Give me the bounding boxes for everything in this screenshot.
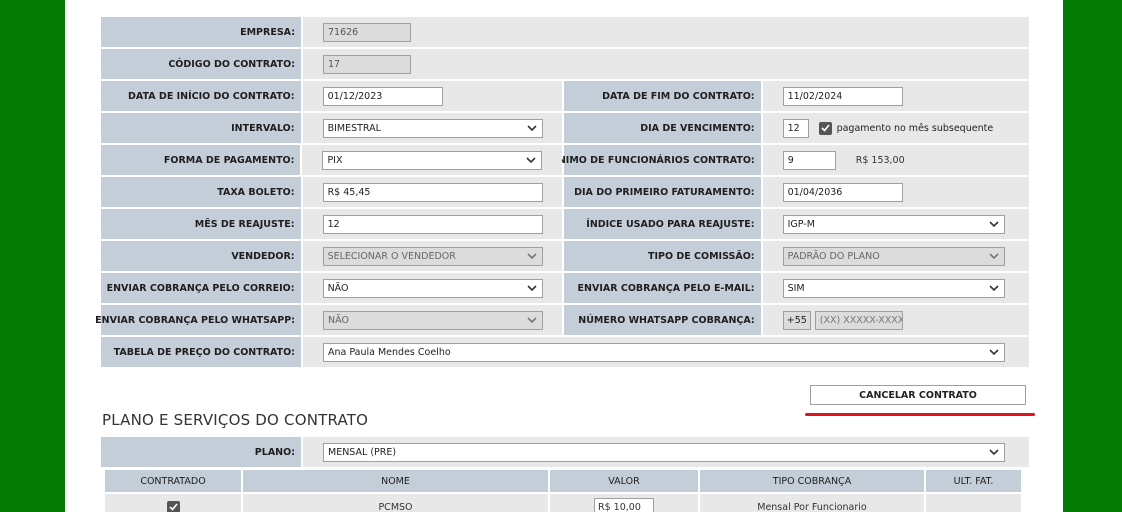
codigo-field: 17	[323, 54, 411, 74]
row-plano: PLANO: MENSAL (PRE)	[101, 437, 1029, 467]
cobranca-email-value: SIM	[787, 282, 805, 294]
numero-whatsapp-label: NÚMERO WHATSAPP COBRANÇA:	[564, 305, 761, 335]
minimo-valor-text: R$ 153,00	[855, 154, 905, 166]
data-inicio-label: DATA DE INÍCIO DO CONTRATO:	[101, 81, 301, 111]
chevron-down-icon	[988, 346, 1000, 358]
service-contracted-checkbox[interactable]	[166, 500, 180, 512]
row-vendedor: VENDEDOR: SELECIONAR O VENDEDOR TIPO DE …	[101, 241, 1030, 271]
row-whatsapp: ENVIAR COBRANÇA PELO WHATSAPP: NÃO NÚMER…	[95, 305, 1030, 335]
col-ult-fat: ULT. FAT.	[926, 470, 1021, 492]
row-taxa: TAXA BOLETO: R$ 45,45 DIA DO PRIMEIRO FA…	[101, 177, 1030, 207]
chevron-down-icon	[988, 446, 1000, 458]
row-intervalo: INTERVALO: BIMESTRAL DIA DE VENCIMENTO: …	[101, 113, 1030, 143]
tabela-preco-label: TABELA DE PREÇO DO CONTRATO:	[101, 337, 301, 367]
indice-reajuste-select[interactable]: IGP-M	[782, 214, 1005, 234]
codigo-label: CÓDIGO DO CONTRATO:	[101, 49, 301, 79]
annotation-underline	[805, 413, 1035, 416]
plano-select[interactable]: MENSAL (PRE)	[323, 442, 1005, 462]
services-header: CONTRATADO NOME VALOR TIPO COBRANÇA ULT.…	[105, 470, 1025, 492]
data-inicio-input[interactable]: 01/12/2023	[322, 86, 443, 106]
empresa-field: 71626	[323, 22, 411, 42]
tipo-comissao-label: TIPO DE COMISSÃO:	[564, 241, 761, 271]
service-last-billing	[926, 494, 1021, 512]
intervalo-select-value: BIMESTRAL	[327, 122, 381, 134]
forma-pagamento-label: FORMA DE PAGAMENTO:	[101, 145, 301, 175]
taxa-boleto-input[interactable]: R$ 45,45	[322, 182, 543, 202]
service-value-input[interactable]: R$ 10,00	[594, 498, 654, 512]
services-table: CONTRATADO NOME VALOR TIPO COBRANÇA ULT.…	[105, 470, 1025, 512]
service-name: PCMSO	[243, 494, 548, 512]
vendedor-label: VENDEDOR:	[101, 241, 301, 271]
col-valor: VALOR	[550, 470, 698, 492]
tipo-comissao-value: PADRÃO DO PLANO	[787, 250, 880, 262]
mes-reajuste-label: MÊS DE REAJUSTE:	[101, 209, 301, 239]
plano-label: PLANO:	[101, 437, 301, 467]
contract-form: EMPRESA: 71626 CÓDIGO DO CONTRATO: 17 DA…	[95, 17, 1030, 369]
chevron-down-icon	[526, 250, 538, 262]
data-fim-input[interactable]: 11/02/2024	[782, 86, 903, 106]
cancel-contract-button[interactable]: CANCELAR CONTRATO	[810, 385, 1026, 405]
intervalo-label: INTERVALO:	[101, 113, 301, 143]
tipo-comissao-select: PADRÃO DO PLANO	[782, 246, 1005, 266]
data-fim-label: DATA DE FIM DO CONTRATO:	[564, 81, 761, 111]
cobranca-correio-value: NÃO	[327, 282, 349, 294]
primeiro-faturamento-label: DIA DO PRIMEIRO FATURAMENTO:	[564, 177, 761, 207]
chevron-down-icon	[526, 282, 538, 294]
indice-reajuste-value: IGP-M	[787, 218, 815, 230]
tabela-preco-value: Ana Paula Mendes Coelho	[328, 346, 451, 358]
table-row: PCMSO R$ 10,00 Mensal Por Funcionario	[105, 494, 1025, 512]
minimo-funcionarios-label: MÍNIMO DE FUNCIONÁRIOS CONTRATO:	[545, 145, 761, 175]
chevron-down-icon	[525, 154, 537, 166]
chevron-down-icon	[988, 282, 1000, 294]
forma-pagamento-select[interactable]: PIX	[322, 150, 543, 170]
content-panel: EMPRESA: 71626 CÓDIGO DO CONTRATO: 17 DA…	[65, 0, 1063, 512]
service-billing-type: Mensal Por Funcionario	[700, 494, 924, 512]
cobranca-email-label: ENVIAR COBRANÇA PELO E-MAIL:	[564, 273, 761, 303]
plano-value: MENSAL (PRE)	[328, 446, 397, 458]
cobranca-whatsapp-select: NÃO	[323, 310, 543, 330]
col-tipo-cobranca: TIPO COBRANÇA	[700, 470, 924, 492]
dia-vencimento-label: DIA DE VENCIMENTO:	[564, 113, 761, 143]
vendedor-select: SELECIONAR O VENDEDOR	[322, 246, 543, 266]
chevron-down-icon	[526, 122, 538, 134]
tabela-preco-select[interactable]: Ana Paula Mendes Coelho	[323, 342, 1005, 362]
row-codigo: CÓDIGO DO CONTRATO: 17	[101, 49, 1029, 79]
row-reajuste: MÊS DE REAJUSTE: 12 ÍNDICE USADO PARA RE…	[101, 209, 1030, 239]
pagamento-subsequente-label: pagamento no mês subsequente	[836, 122, 994, 134]
cobranca-whatsapp-label: ENVIAR COBRANÇA PELO WHATSAPP:	[95, 305, 301, 335]
pagamento-subsequente-checkbox[interactable]	[818, 121, 832, 135]
mes-reajuste-input[interactable]: 12	[322, 214, 543, 234]
empresa-label: EMPRESA:	[101, 17, 301, 47]
cobranca-email-select[interactable]: SIM	[782, 278, 1005, 298]
vendedor-value: SELECIONAR O VENDEDOR	[327, 250, 456, 262]
chevron-down-icon	[988, 218, 1000, 230]
row-datas: DATA DE INÍCIO DO CONTRATO: 01/12/2023 D…	[101, 81, 1030, 111]
chevron-down-icon	[988, 250, 1000, 262]
whatsapp-number-field: (XX) XXXXX-XXXX	[814, 310, 903, 330]
row-cobranca: ENVIAR COBRANÇA PELO CORREIO: NÃO ENVIAR…	[101, 273, 1030, 303]
minimo-funcionarios-input[interactable]: 9	[782, 150, 836, 170]
forma-pagamento-value: PIX	[327, 154, 343, 166]
cobranca-correio-select[interactable]: NÃO	[322, 278, 543, 298]
indice-reajuste-label: ÍNDICE USADO PARA REAJUSTE:	[564, 209, 761, 239]
primeiro-faturamento-input[interactable]: 01/04/2036	[782, 182, 903, 202]
dia-vencimento-input[interactable]: 12	[782, 118, 809, 138]
row-tabela: TABELA DE PREÇO DO CONTRATO: Ana Paula M…	[101, 337, 1029, 367]
cobranca-correio-label: ENVIAR COBRANÇA PELO CORREIO:	[101, 273, 301, 303]
col-contratado: CONTRATADO	[105, 470, 241, 492]
cobranca-whatsapp-value: NÃO	[328, 314, 349, 326]
row-pagamento: FORMA DE PAGAMENTO: PIX MÍNIMO DE FUNCIO…	[101, 145, 1030, 175]
col-nome: NOME	[243, 470, 548, 492]
plan-section-title: PLANO E SERVIÇOS DO CONTRATO	[102, 411, 369, 429]
chevron-down-icon	[526, 314, 538, 326]
row-empresa: EMPRESA: 71626	[101, 17, 1029, 47]
taxa-boleto-label: TAXA BOLETO:	[101, 177, 301, 207]
intervalo-select[interactable]: BIMESTRAL	[322, 118, 543, 138]
whatsapp-prefix: +55	[782, 310, 811, 330]
